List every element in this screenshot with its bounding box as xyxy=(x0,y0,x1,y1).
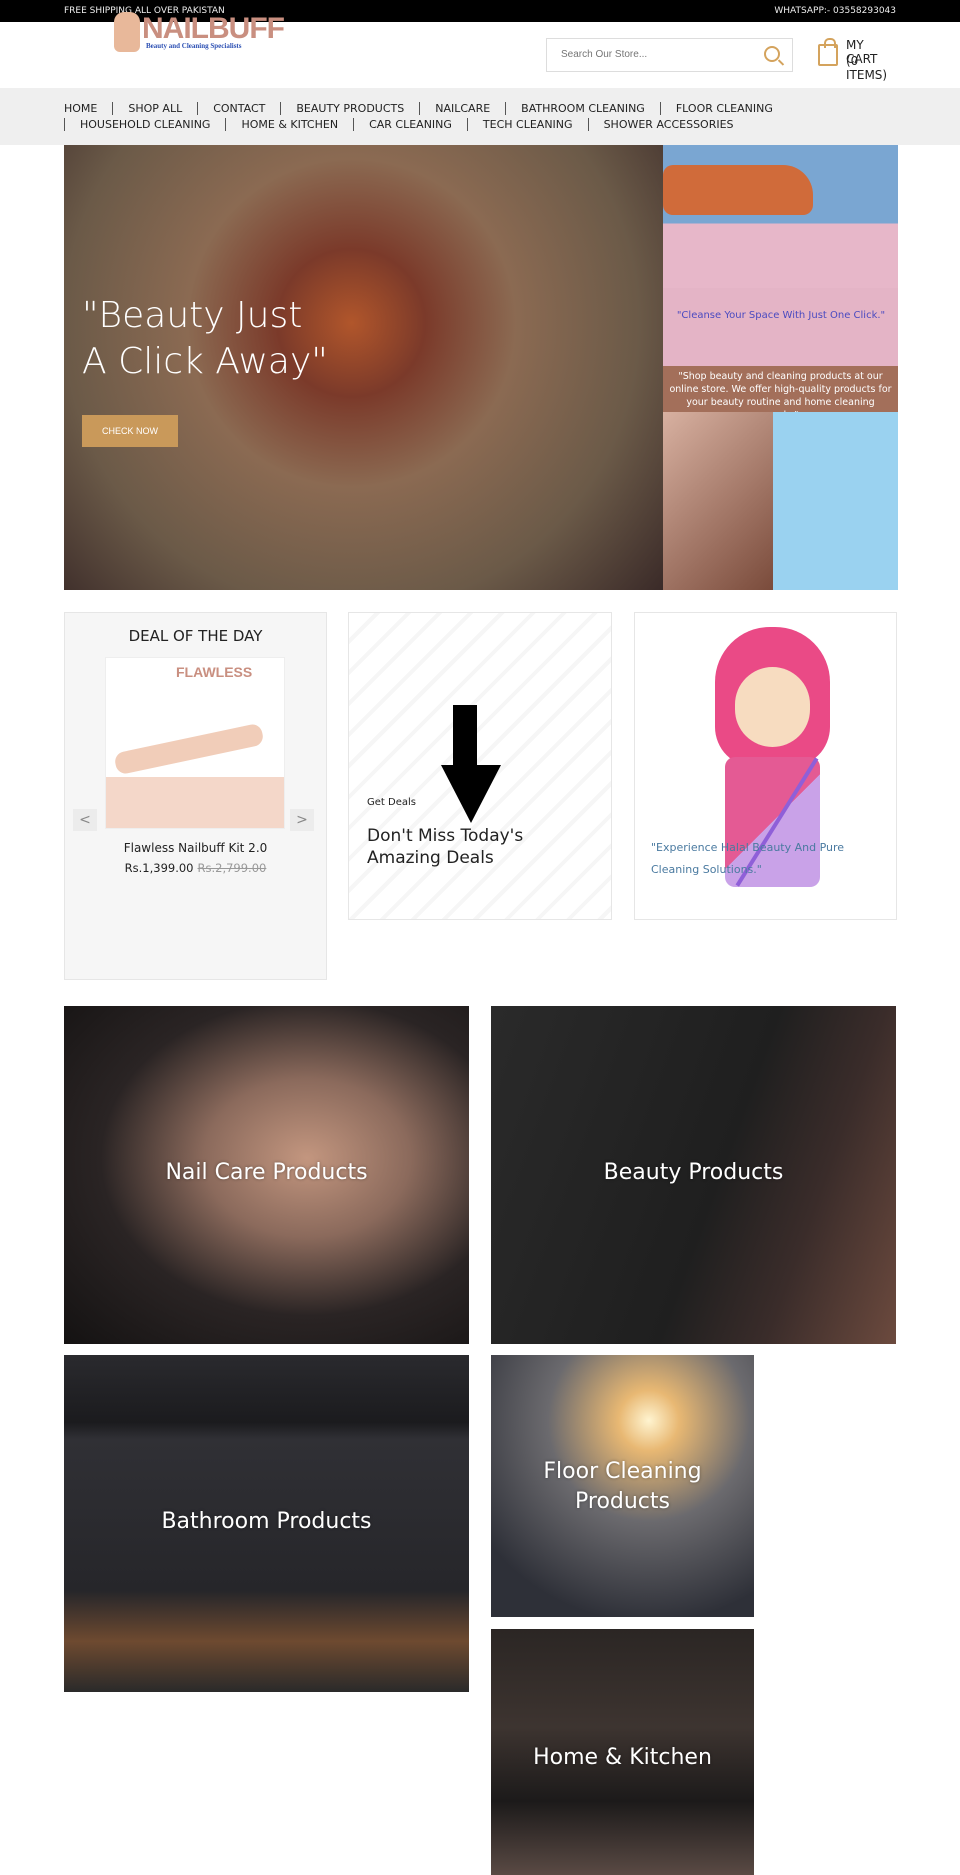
sale-price: Rs.1,399.00 xyxy=(124,861,194,875)
whatsapp-contact: WHATSAPP:- 03558293043 xyxy=(774,6,896,16)
deals-promo-card[interactable]: Get Deals Don't Miss Today's Amazing Dea… xyxy=(348,612,612,920)
promo-headline: Don't Miss Today's Amazing Deals xyxy=(367,826,524,868)
category-label: Home & Kitchen xyxy=(533,1745,712,1770)
nav-item-nailcare[interactable]: NAILCARE xyxy=(419,102,505,115)
hero-banner[interactable]: "Beauty Just A Click Away" CHECK NOW xyxy=(64,145,663,590)
main-navigation: HOME SHOP ALL CONTACT BEAUTY PRODUCTS NAILCA… xyxy=(0,88,960,145)
cart-button[interactable]: MY CART (0 ITEMS) xyxy=(816,38,896,82)
category-label: Beauty Products xyxy=(603,1160,784,1185)
hero-headline-line1: "Beauty Just xyxy=(82,295,303,336)
product-name[interactable]: Flawless Nailbuff Kit 2.0 xyxy=(65,841,326,855)
cleaning-brush-image xyxy=(663,145,898,288)
product-image-text: FLAWLESS xyxy=(176,664,253,680)
category-bathroom[interactable]: Bathroom Products xyxy=(64,1355,469,1692)
product-image[interactable]: FLAWLESS xyxy=(105,657,285,829)
nav-item-shower-accessories[interactable]: SHOWER ACCESSORIES xyxy=(587,118,749,131)
vacuum-cleaner-image xyxy=(773,412,898,590)
nav-item-home-kitchen[interactable]: HOME & KITCHEN xyxy=(225,118,353,131)
category-label: Bathroom Products xyxy=(161,1509,372,1534)
deal-title: DEAL OF THE DAY xyxy=(128,627,263,645)
nav-item-tech-cleaning[interactable]: TECH CLEANING xyxy=(466,118,588,131)
category-floor-cleaning[interactable]: Floor Cleaning Products xyxy=(491,1355,754,1617)
category-beauty[interactable]: Beauty Products xyxy=(491,1006,896,1344)
original-price: Rs.2,799.00 xyxy=(197,861,267,875)
nav-item-household-cleaning[interactable]: HOUSEHOLD CLEANING xyxy=(64,118,225,131)
site-logo[interactable]: NAILBUFF Beauty and Cleaning Specialists xyxy=(112,8,285,56)
carousel-prev-button[interactable]: < xyxy=(73,809,97,831)
shopping-bag-icon xyxy=(818,38,838,66)
cleaning-quote-panel: "Cleanse Your Space With Just One Click.… xyxy=(663,288,898,366)
down-arrow-icon xyxy=(453,705,477,769)
halal-quote: "Experience Halal Beauty And Pure Cleani… xyxy=(651,841,845,876)
category-label: Nail Care Products xyxy=(165,1160,368,1185)
down-arrow-head xyxy=(441,765,501,823)
hand-icon xyxy=(114,12,140,52)
category-label: Floor Cleaning Products xyxy=(543,1459,702,1514)
nav-item-home[interactable]: HOME xyxy=(64,102,112,115)
halal-promo-card[interactable]: "Experience Halal Beauty And Pure Cleani… xyxy=(634,612,897,920)
product-price: Rs.1,399.00 Rs.2,799.00 xyxy=(65,861,326,875)
store-description: "Shop beauty and cleaning products at ou… xyxy=(663,366,898,421)
nav-item-bathroom-cleaning[interactable]: BATHROOM CLEANING xyxy=(505,102,660,115)
nav-item-shop-all[interactable]: SHOP ALL xyxy=(112,102,197,115)
hero-side-banner[interactable]: "Cleanse Your Space With Just One Click.… xyxy=(663,145,898,590)
logo-tagline: Beauty and Cleaning Specialists xyxy=(146,42,242,50)
cleaning-quote: "Cleanse Your Space With Just One Click.… xyxy=(676,310,886,321)
hero-headline-line2: A Click Away" xyxy=(82,341,328,382)
cart-count: (0 ITEMS) xyxy=(846,54,888,82)
check-now-button[interactable]: CHECK NOW xyxy=(82,415,178,447)
search-box xyxy=(546,38,793,72)
hero-headline: "Beauty Just A Click Away" xyxy=(82,293,328,385)
search-icon[interactable] xyxy=(764,46,780,62)
nav-item-floor-cleaning[interactable]: FLOOR CLEANING xyxy=(659,102,788,115)
makeup-brushes-image xyxy=(663,412,773,590)
nav-item-beauty-products[interactable]: BEAUTY PRODUCTS xyxy=(280,102,419,115)
nav-item-contact[interactable]: CONTACT xyxy=(197,102,280,115)
deal-of-the-day-card: DEAL OF THE DAY FLAWLESS < > Flawless Na… xyxy=(64,612,327,980)
search-input[interactable] xyxy=(561,49,741,60)
nav-item-car-cleaning[interactable]: CAR CLEANING xyxy=(353,118,467,131)
category-nail-care[interactable]: Nail Care Products xyxy=(64,1006,469,1344)
get-deals-label: Get Deals xyxy=(367,797,416,808)
logo-wordmark: NAILBUFF xyxy=(142,12,285,45)
category-home-kitchen[interactable]: Home & Kitchen xyxy=(491,1629,754,1875)
carousel-next-button[interactable]: > xyxy=(290,809,314,831)
